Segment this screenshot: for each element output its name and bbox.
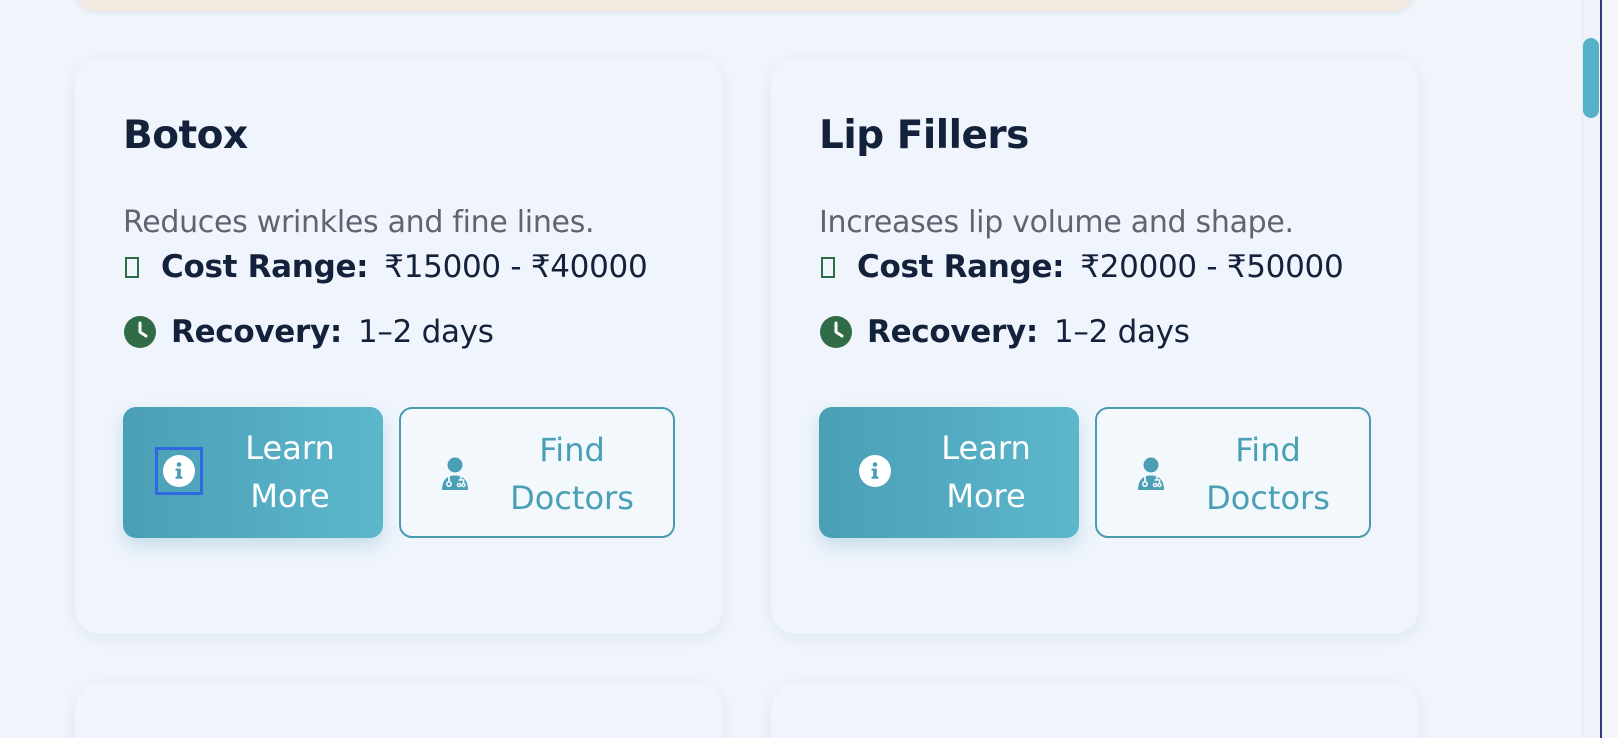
window-edge [1600,0,1618,738]
card-description: Reduces wrinkles and fine lines. [123,205,595,240]
recovery-row: Recovery: 1–2 days [123,314,494,350]
user-doctor-icon [437,454,473,494]
card-description: Increases lip volume and shape. [819,205,1294,240]
find-doctors-button[interactable]: Find Doctors [399,407,675,538]
top-banner-edge [75,0,1415,11]
cost-range-value: ₹20000 - ₹50000 [1080,249,1344,285]
recovery-value: 1–2 days [1054,314,1190,350]
learn-more-label: Learn More [245,429,335,515]
cost-range-value: ₹15000 - ₹40000 [384,249,648,285]
cost-range-row: Cost Range: ₹15000 - ₹40000 [123,249,648,285]
find-doctors-label: Find Doctors [510,431,634,517]
learn-more-button[interactable]: Learn More [123,407,383,538]
clock-icon [820,316,852,348]
page-viewport: Botox Reduces wrinkles and fine lines. C… [0,0,1618,738]
user-doctor-icon [1133,454,1169,494]
learn-more-label: Learn More [941,429,1031,515]
procedure-card-lip-fillers: Lip Fillers Increases lip volume and sha… [771,58,1419,634]
learn-more-button[interactable]: Learn More [819,407,1079,538]
cost-range-row: Cost Range: ₹20000 - ₹50000 [819,249,1344,285]
recovery-row: Recovery: 1–2 days [819,314,1190,350]
find-doctors-button[interactable]: Find Doctors [1095,407,1371,538]
info-circle-icon [155,447,203,495]
scrollbar-thumb[interactable] [1583,38,1599,118]
recovery-label: Recovery: [867,314,1038,350]
find-doctors-label: Find Doctors [1206,431,1330,517]
recovery-label: Recovery: [171,314,342,350]
procedure-card-botox: Botox Reduces wrinkles and fine lines. C… [75,58,723,634]
clock-icon [124,316,156,348]
missing-glyph-icon [125,256,139,278]
card-title: Lip Fillers [819,113,1029,158]
cost-range-label: Cost Range: [857,249,1065,285]
missing-glyph-icon [821,256,835,278]
cost-range-label: Cost Range: [161,249,369,285]
card-title: Botox [123,113,248,158]
recovery-value: 1–2 days [358,314,494,350]
procedure-card-next-left [75,683,723,738]
procedure-card-next-right [771,683,1419,738]
info-circle-icon [851,447,899,495]
